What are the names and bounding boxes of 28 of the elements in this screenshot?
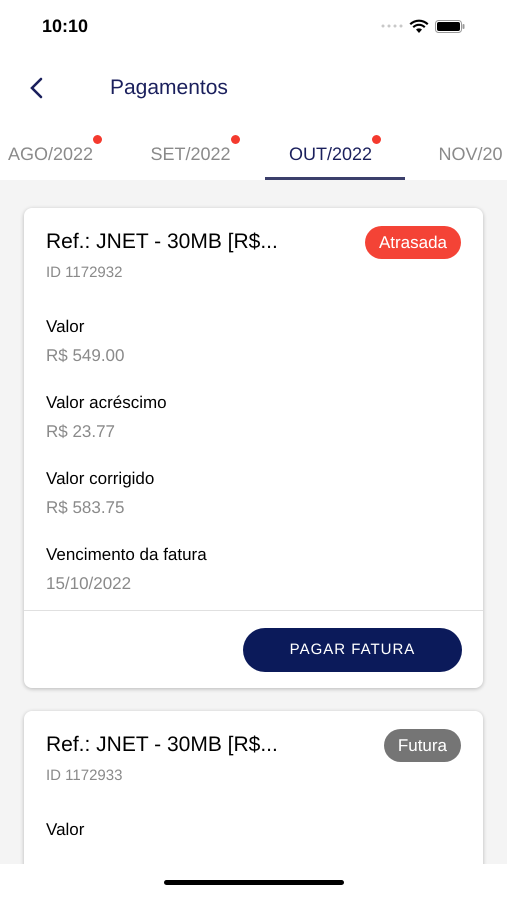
status-badge: Atrasada bbox=[364, 226, 461, 259]
wifi-icon bbox=[409, 18, 429, 34]
field-label: Valor corrigido bbox=[46, 468, 156, 490]
status-time: 10:10 bbox=[42, 14, 88, 38]
field-label: Valor acréscimo bbox=[46, 392, 168, 414]
tab-label: NOV/20 bbox=[438, 143, 503, 166]
tab-label: SET/2022 bbox=[150, 143, 231, 166]
month-tab[interactable]: SET/2022 bbox=[125, 124, 265, 180]
pay-invoice-button[interactable]: PAGAR FATURA bbox=[243, 628, 462, 672]
field-label: Vencimento da fatura bbox=[46, 544, 208, 566]
battery-icon bbox=[435, 20, 465, 32]
field-value: 15/10/2022 bbox=[46, 572, 132, 594]
tab-label: OUT/2022 bbox=[288, 143, 372, 166]
signal-icon bbox=[381, 24, 403, 28]
invoice-title: Ref.: JNET - 30MB [R$... bbox=[46, 732, 278, 758]
month-tab[interactable]: AGO/2022 bbox=[0, 124, 125, 180]
invoice-id: ID 1172932 bbox=[46, 262, 124, 282]
field-label: Valor bbox=[46, 316, 86, 338]
month-tab[interactable]: NOV/20 bbox=[405, 124, 507, 180]
invoice-title: Ref.: JNET - 30MB [R$... bbox=[46, 229, 278, 255]
field-value: R$ 549.00 bbox=[46, 344, 126, 366]
page-title: Pagamentos bbox=[110, 75, 228, 102]
invoice-id: ID 1172933 bbox=[46, 766, 124, 786]
tab-label: AGO/2022 bbox=[8, 143, 94, 166]
field-value: R$ 23.77 bbox=[46, 420, 116, 442]
field-label: Valor bbox=[46, 819, 86, 841]
status-badge: Futura bbox=[384, 729, 461, 762]
field-value: R$ 583.75 bbox=[46, 496, 126, 518]
